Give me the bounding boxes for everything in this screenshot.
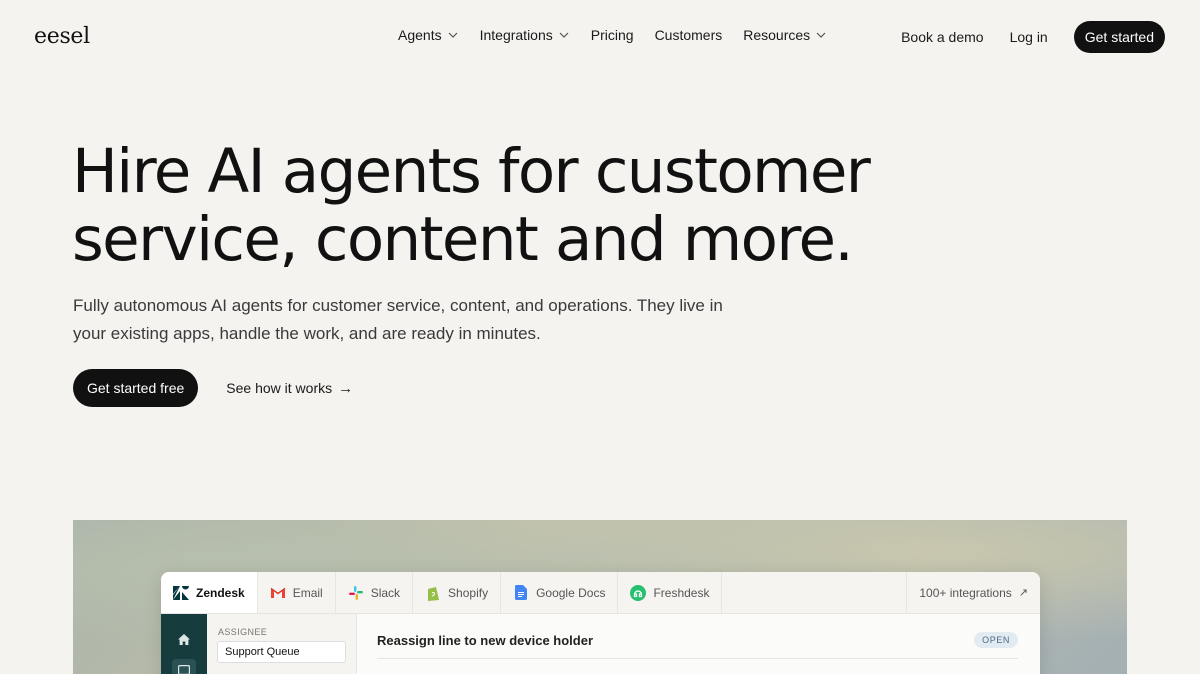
nav-pricing-label: Pricing <box>590 27 634 43</box>
chevron-down-icon <box>448 32 458 38</box>
tab-google-docs[interactable]: Google Docs <box>501 572 619 613</box>
see-how-it-works-link[interactable]: See how it works → <box>226 380 353 397</box>
assignee-select[interactable]: Support Queue <box>217 641 346 663</box>
nav-links: Agents Integrations Pricing Customers Re… <box>398 27 848 43</box>
hero-subtitle: Fully autonomous AI agents for customer … <box>73 292 753 348</box>
hero-title-line1: Hire AI agents for customer <box>72 136 871 207</box>
assignee-label: ASSIGNEE <box>218 627 268 637</box>
side-rail <box>161 614 207 674</box>
external-link-icon: ↗ <box>1018 587 1028 599</box>
home-icon[interactable] <box>173 630 195 648</box>
hero-subtitle-line1: Fully autonomous AI agents for customer … <box>73 296 723 315</box>
tab-email[interactable]: Email <box>258 572 336 613</box>
nav-actions: Book a demo Log in Get started <box>901 21 1165 53</box>
zendesk-icon <box>173 585 189 601</box>
ticket-header: Reassign line to new device holder OPEN <box>377 632 1018 659</box>
get-started-free-button[interactable]: Get started free <box>73 369 199 407</box>
tab-email-label: Email <box>292 585 323 600</box>
nav-resources[interactable]: Resources <box>743 27 827 43</box>
slack-icon <box>348 585 364 601</box>
integration-tabbar: Zendesk Email Slack Shopify Google Docs … <box>161 572 1040 614</box>
nav-pricing[interactable]: Pricing <box>591 27 634 43</box>
chevron-down-icon <box>559 32 569 38</box>
nav-customers-label: Customers <box>654 27 723 43</box>
see-how-label: See how it works <box>226 380 333 396</box>
tab-shopify[interactable]: Shopify <box>413 572 502 613</box>
product-showcase: Zendesk Email Slack Shopify Google Docs … <box>73 520 1127 674</box>
hero-cta-group: Get started free See how it works → <box>73 369 353 407</box>
more-integrations-label: 100+ integrations <box>919 585 1012 600</box>
tab-freshdesk[interactable]: Freshdesk <box>618 572 723 613</box>
shopify-icon <box>425 585 441 601</box>
gmail-icon <box>270 585 286 601</box>
freshdesk-icon <box>630 584 647 601</box>
hero-title-line2: service, content and more. <box>72 204 854 275</box>
hero-subtitle-line2: your existing apps, handle the work, and… <box>73 324 541 343</box>
inbox-icon[interactable] <box>172 659 196 674</box>
status-badge: OPEN <box>974 632 1018 648</box>
google-docs-icon <box>513 585 529 601</box>
assignee-panel: ASSIGNEE Support Queue <box>207 614 357 674</box>
chevron-down-icon <box>816 32 826 38</box>
tab-freshdesk-label: Freshdesk <box>653 585 710 600</box>
tab-google-docs-label: Google Docs <box>536 585 606 600</box>
app-body: ASSIGNEE Support Queue Reassign line to … <box>161 614 1040 674</box>
tab-zendesk[interactable]: Zendesk <box>161 572 258 613</box>
arrow-right-icon: → <box>338 379 354 397</box>
ticket-pane: Reassign line to new device holder OPEN <box>357 614 1040 674</box>
tab-zendesk-label: Zendesk <box>196 585 245 600</box>
nav-agents[interactable]: Agents <box>398 27 459 43</box>
tab-slack-label: Slack <box>370 585 401 600</box>
tab-slack[interactable]: Slack <box>336 572 414 613</box>
tab-shopify-label: Shopify <box>448 585 489 600</box>
nav-agents-label: Agents <box>398 27 442 43</box>
nav-customers[interactable]: Customers <box>655 27 723 43</box>
top-nav: eesel Agents Integrations Pricing Custom… <box>0 0 1200 74</box>
logo[interactable]: eesel <box>34 24 90 49</box>
tab-more-integrations[interactable]: 100+ integrations ↗ <box>906 572 1040 613</box>
nav-integrations-label: Integrations <box>479 27 553 43</box>
get-started-button[interactable]: Get started <box>1073 21 1165 53</box>
ticket-title: Reassign line to new device holder <box>377 632 594 648</box>
app-preview-window: Zendesk Email Slack Shopify Google Docs … <box>161 572 1040 674</box>
hero-title: Hire AI agents for customer service, con… <box>72 138 972 274</box>
login-link[interactable]: Log in <box>1010 29 1048 45</box>
nav-integrations[interactable]: Integrations <box>480 27 570 43</box>
book-demo-link[interactable]: Book a demo <box>901 29 984 45</box>
nav-resources-label: Resources <box>743 27 811 43</box>
tabbar-spacer <box>722 572 906 613</box>
